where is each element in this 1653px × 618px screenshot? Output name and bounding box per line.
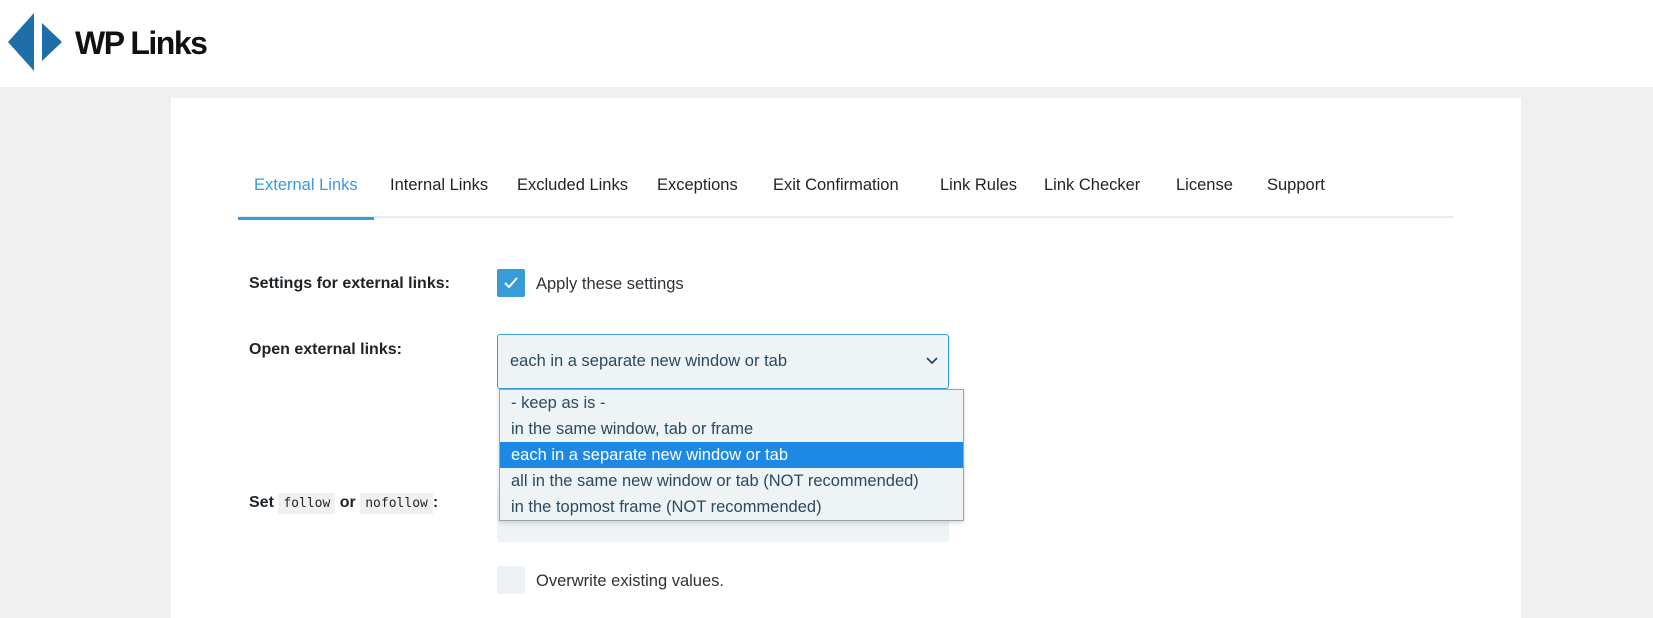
follow-nofollow-label: Set follow or nofollow: <box>249 493 439 514</box>
tab-exit-confirmation[interactable]: Exit Confirmation <box>757 168 915 218</box>
follow-label-or: or <box>339 494 356 511</box>
follow-label-prefix: Set <box>249 494 274 511</box>
chevron-down-icon <box>926 357 938 365</box>
dropdown-option[interactable]: in the topmost frame (NOT recommended) <box>500 494 963 520</box>
tab-exceptions[interactable]: Exceptions <box>641 168 754 218</box>
nofollow-code: nofollow <box>360 493 433 514</box>
open-external-links-label: Open external links: <box>249 341 402 358</box>
apply-settings-checkbox[interactable] <box>497 269 525 297</box>
tab-support[interactable]: Support <box>1251 168 1341 218</box>
tab-license[interactable]: License <box>1160 168 1249 218</box>
dropdown-option[interactable]: in the same window, tab or frame <box>500 416 963 442</box>
dropdown-option[interactable]: - keep as is - <box>500 390 963 416</box>
apply-settings-label[interactable]: Apply these settings <box>536 275 684 294</box>
brand-logo[interactable]: WP Links <box>8 13 248 71</box>
external-settings-label: Settings for external links: <box>249 275 450 292</box>
check-icon <box>504 277 518 289</box>
open-links-select-value: each in a separate new window or tab <box>510 352 788 370</box>
tab-internal-links[interactable]: Internal Links <box>374 168 504 218</box>
tab-link-rules[interactable]: Link Rules <box>924 168 1033 218</box>
dropdown-option-selected[interactable]: each in a separate new window or tab <box>500 442 963 468</box>
open-links-select[interactable]: each in a separate new window or tab <box>497 334 949 389</box>
tab-link-checker[interactable]: Link Checker <box>1028 168 1156 218</box>
tab-external-links[interactable]: External Links <box>238 168 374 220</box>
header: WP Links <box>0 0 1653 87</box>
tab-excluded-links[interactable]: Excluded Links <box>501 168 644 218</box>
settings-card: External Links Internal Links Excluded L… <box>171 98 1521 618</box>
open-links-dropdown: - keep as is - in the same window, tab o… <box>499 389 964 521</box>
follow-code: follow <box>278 493 336 514</box>
overwrite-values-label[interactable]: Overwrite existing values. <box>536 572 724 591</box>
wp-links-logo-icon <box>8 13 62 71</box>
follow-label-suffix: : <box>432 494 439 511</box>
overwrite-values-checkbox[interactable] <box>497 566 525 594</box>
tab-bar: External Links Internal Links Excluded L… <box>238 168 1453 220</box>
brand-name: WP Links <box>75 25 208 61</box>
dropdown-option[interactable]: all in the same new window or tab (NOT r… <box>500 468 963 494</box>
